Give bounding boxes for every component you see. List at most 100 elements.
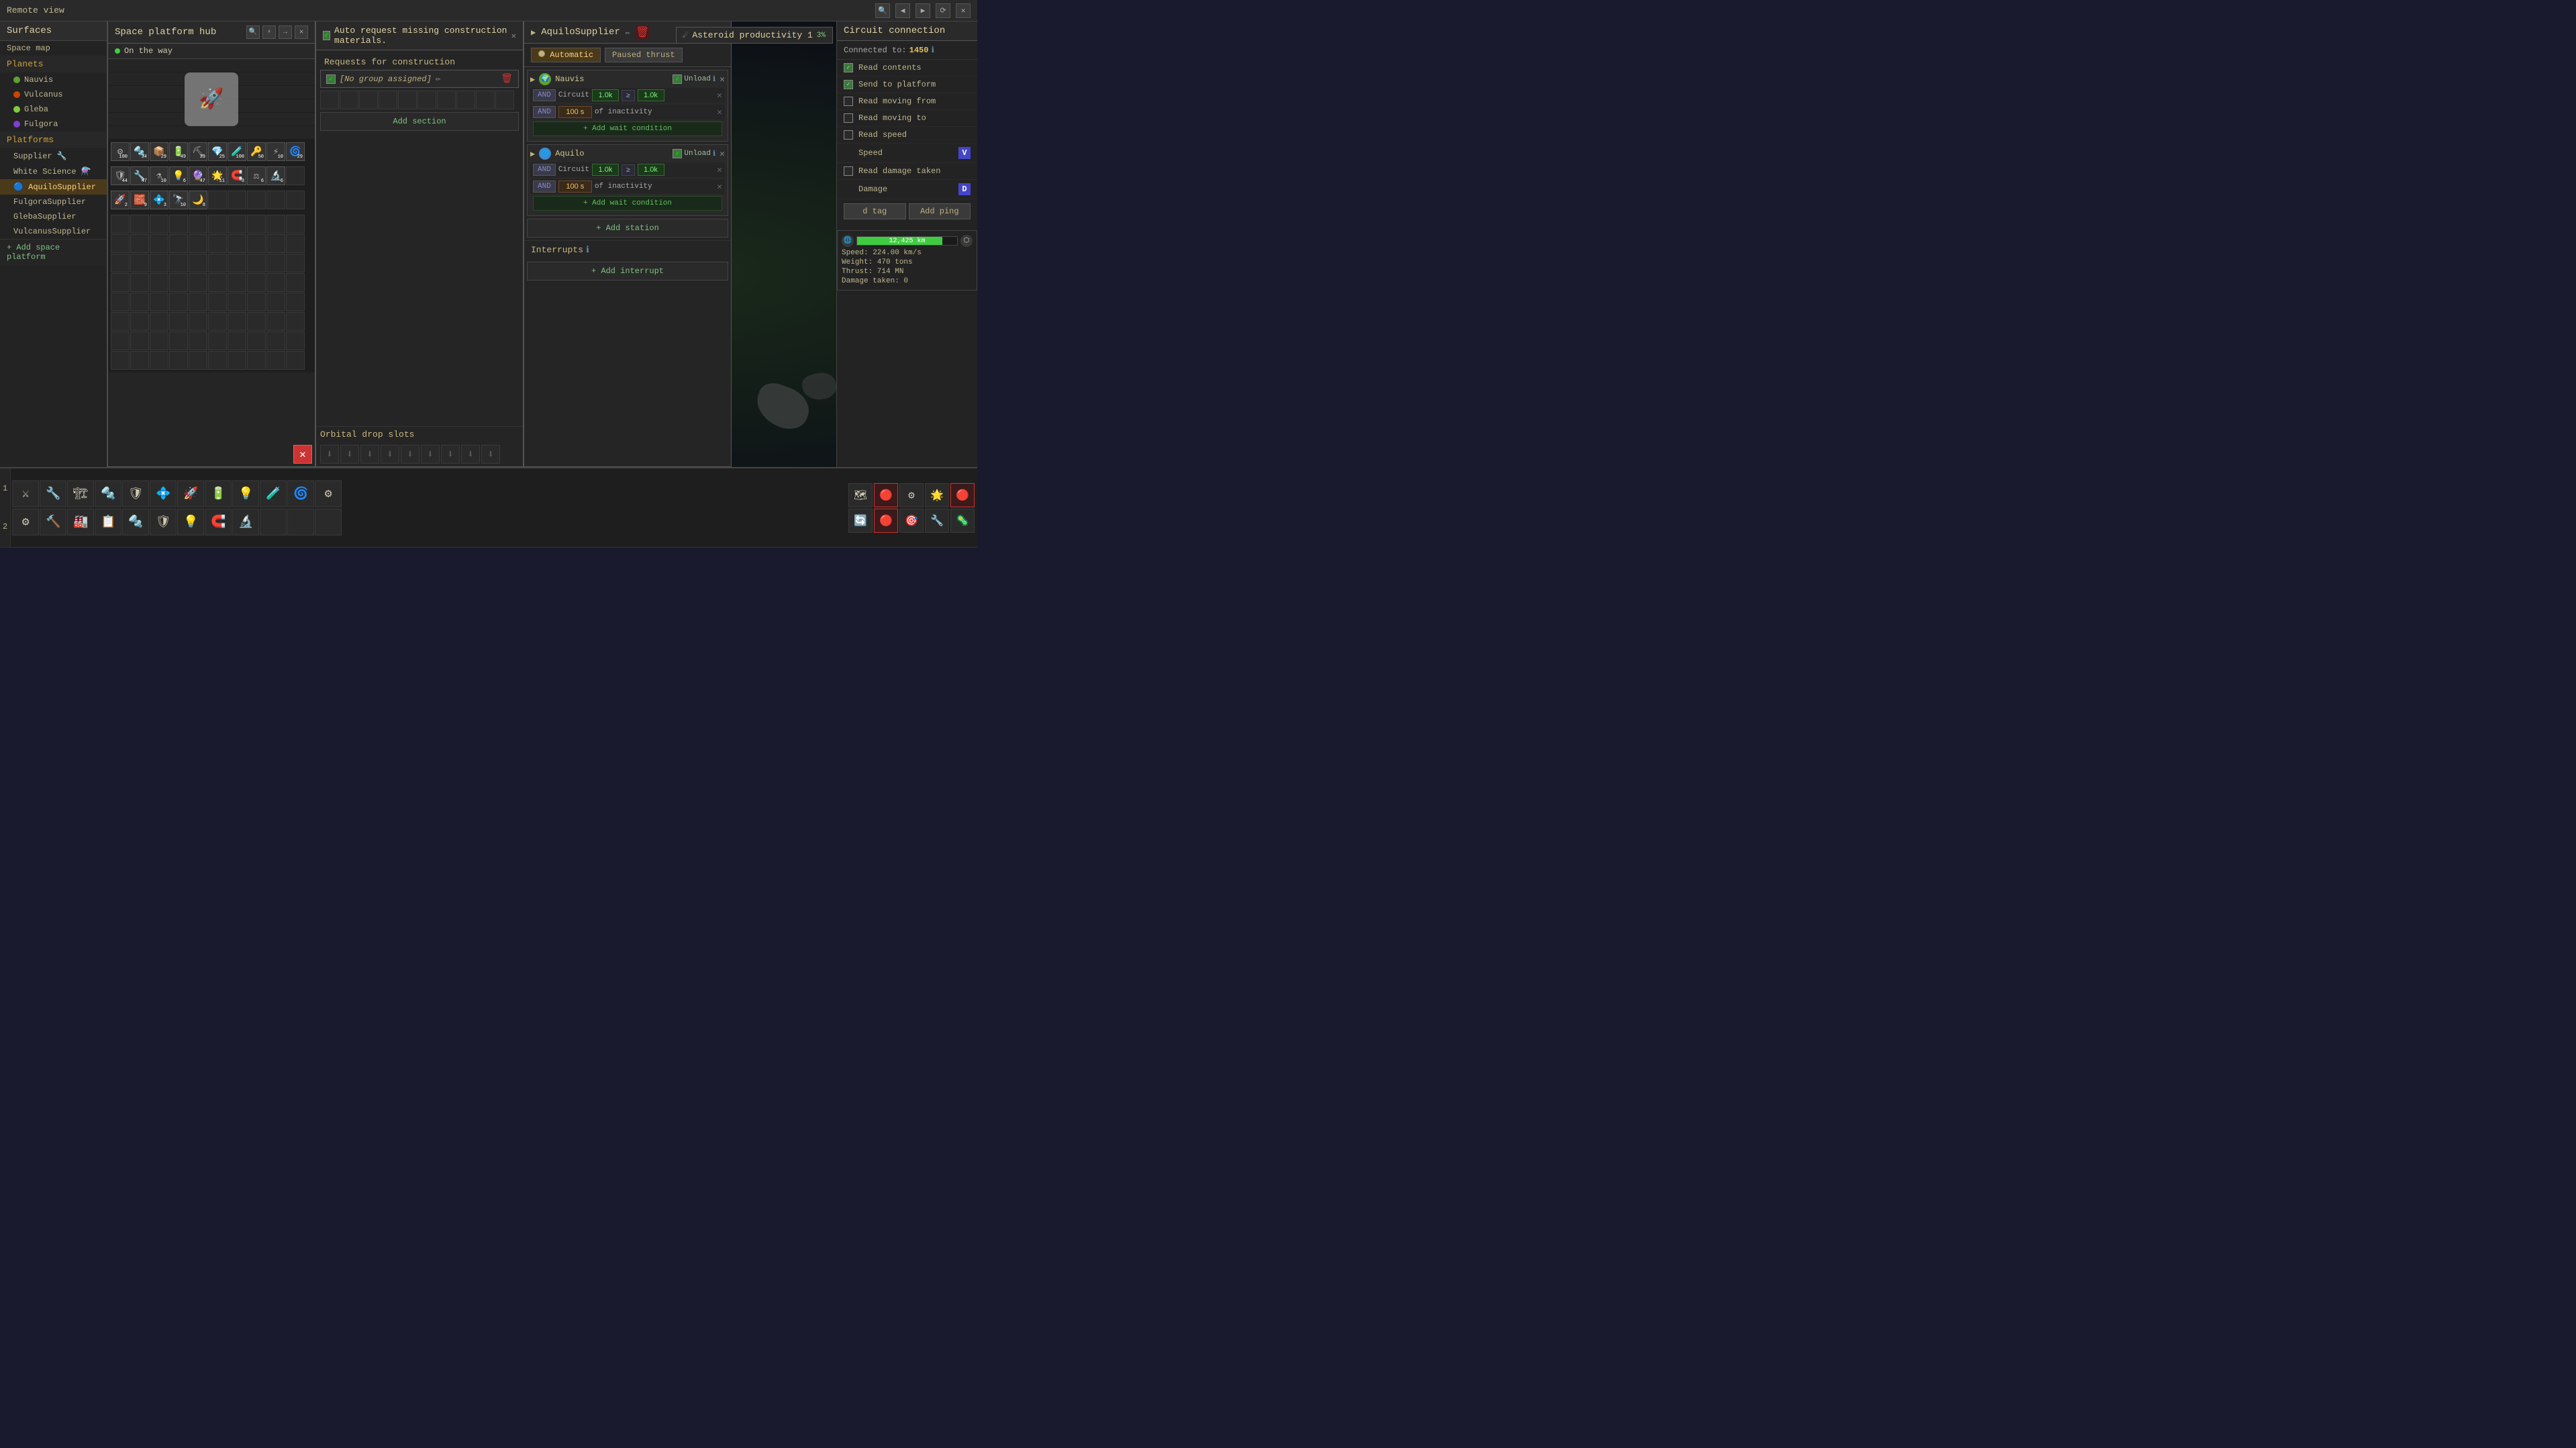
inv-slot[interactable]: 🌀29 [286,142,305,161]
hotbar-slot-2-11[interactable] [287,509,314,535]
hub-search-btn[interactable]: 🔍 [246,25,260,39]
hotbar-slot-1-2[interactable]: 🔧 [40,480,66,507]
right-icon-map[interactable]: 🗺 [848,483,873,507]
orbital-slot-7[interactable]: ⬇ [441,445,460,464]
schedule-play-btn[interactable]: ▶ [531,28,536,38]
hotbar-slot-1-5[interactable]: 🛡 [122,480,149,507]
hub-filter-btn[interactable]: ⚡ [262,25,276,39]
inv-slot[interactable]: ⚖6 [247,166,266,185]
platform-aquilo-supplier[interactable]: 🔵 AquiloSupplier [0,179,107,195]
mode-paused-thrust[interactable]: Paused thrust [605,48,683,62]
inv-slot[interactable]: 🚀2 [111,191,130,209]
refresh-icon[interactable]: ⟳ [936,3,950,18]
space-map-item[interactable]: Space map [0,41,107,56]
nauvis-station-close[interactable]: ✕ [720,74,725,85]
hotbar-slot-1-4[interactable]: 🔩 [95,480,121,507]
group-edit-icon[interactable]: ✏ [436,74,441,84]
condition-close-2[interactable]: ✕ [717,165,722,175]
time-close-2[interactable]: ✕ [717,182,722,192]
hub-close-button[interactable]: ✕ [293,445,312,464]
condition-close-1[interactable]: ✕ [717,91,722,101]
inv-slot[interactable]: 💡6 [169,166,188,185]
read-moving-from-checkbox[interactable] [844,97,853,106]
inv-slot[interactable]: 🌟11 [208,166,227,185]
interrupts-info-icon[interactable]: ℹ [586,245,589,255]
hotbar-slot-1-9[interactable]: 💡 [232,480,259,507]
hotbar-slot-2-2[interactable]: 🔨 [40,509,66,535]
add-wait-btn-1[interactable]: + Add wait condition [533,121,722,136]
hotbar-slot-1-12[interactable]: ⚙ [315,480,342,507]
group-checkbox[interactable]: ✓ [326,74,336,84]
hotbar-slot-1-11[interactable]: 🌀 [287,480,314,507]
time-input-1[interactable] [558,106,592,118]
read-damage-checkbox[interactable] [844,166,853,176]
circuit-speed-signal[interactable]: Speed V [837,144,977,163]
inv-slot[interactable]: 🛡44 [111,166,130,185]
right-icon-refresh[interactable]: 🔄 [848,509,873,533]
right-icon-combat[interactable]: 🔴 [874,483,898,507]
inv-slot[interactable]: 💎25 [208,142,227,161]
time-input-2[interactable] [558,180,592,193]
inv-slot[interactable]: 🔩34 [130,142,149,161]
close-icon[interactable]: ✕ [956,3,971,18]
next-icon[interactable]: ▶ [915,3,930,18]
inv-slot[interactable]: 📦29 [150,142,168,161]
hotbar-slot-2-9[interactable]: 🔬 [232,509,259,535]
send-platform-checkbox[interactable]: ✓ [844,80,853,89]
auto-request-checkbox[interactable]: ✓ [323,31,330,40]
inv-slot-empty[interactable] [208,191,227,209]
circuit-read-speed[interactable]: Read speed [837,127,977,144]
orbital-slot-5[interactable]: ⬇ [401,445,419,464]
hotbar-slot-1-7[interactable]: 🚀 [177,480,204,507]
add-station-button[interactable]: + Add station [527,219,728,238]
construction-close[interactable]: ✕ [511,31,516,41]
right-icon-bio[interactable]: 🦠 [950,509,975,533]
aquilo-unload-info[interactable]: ℹ [713,149,715,158]
read-moving-to-checkbox[interactable] [844,113,853,123]
hub-close-btn[interactable]: ✕ [295,25,308,39]
operator-btn-2[interactable]: ≥ [622,164,635,176]
inv-slot-empty[interactable] [247,191,266,209]
hotbar-slot-2-10[interactable] [260,509,287,535]
inv-slot[interactable]: ⚗10 [150,166,168,185]
hotbar-slot-1-6[interactable]: 💠 [150,480,177,507]
read-contents-checkbox[interactable]: ✓ [844,63,853,72]
read-speed-checkbox[interactable] [844,130,853,140]
platform-gleba-supplier[interactable]: GlebaSupplier [0,209,107,224]
hub-arrow-btn[interactable]: → [279,25,292,39]
mode-automatic[interactable]: Automatic [531,48,601,62]
hotbar-slot-1-10[interactable]: 🧪 [260,480,287,507]
hotbar-slot-2-3[interactable]: 🏭 [67,509,94,535]
orbital-slot-4[interactable]: ⬇ [381,445,399,464]
orbital-slot-1[interactable]: ⬇ [320,445,339,464]
inv-slot[interactable]: 🧪100 [228,142,246,161]
inv-slot[interactable]: ⚡10 [266,142,285,161]
hotbar-slot-2-6[interactable]: 🛡 [150,509,177,535]
circuit-send-platform[interactable]: ✓ Send to platform [837,76,977,93]
inv-slot[interactable]: 🔑50 [247,142,266,161]
orbital-slot-8[interactable]: ⬇ [461,445,480,464]
inv-slot-empty[interactable] [286,191,305,209]
aquilo-station-close[interactable]: ✕ [720,149,725,159]
inv-slot[interactable]: 🔭10 [169,191,188,209]
orbital-slot-3[interactable]: ⬇ [360,445,379,464]
speed-signal-box[interactable]: V [958,147,971,159]
hotbar-slot-2-5[interactable]: 🔩 [122,509,149,535]
platform-fulgora-supplier[interactable]: FulgoraSupplier [0,195,107,209]
damage-signal-box[interactable]: D [958,183,971,195]
platform-supplier[interactable]: Supplier 🔧 [0,148,107,164]
platform-vulcanus-supplier[interactable]: VulcanusSupplier [0,224,107,239]
right-icon-star[interactable]: 🌟 [925,483,949,507]
nav-fulgora[interactable]: Fulgora [0,117,107,132]
aquilo-unload-checkbox[interactable]: ✓ [673,149,682,158]
operator-btn-1[interactable]: ≥ [622,90,635,101]
circuit-read-damage[interactable]: Read damage taken [837,163,977,180]
search-icon[interactable]: 🔍 [875,3,890,18]
hotbar-slot-1-1[interactable]: ⚔ [12,480,39,507]
circuit-damage-signal[interactable]: Damage D [837,180,977,199]
circuit-read-moving-to[interactable]: Read moving to [837,110,977,127]
station-play-btn[interactable]: ▶ [530,74,535,85]
right-icon-wrench[interactable]: 🔧 [925,509,949,533]
circuit-val1-2[interactable] [592,164,619,176]
orbital-slot-2[interactable]: ⬇ [340,445,359,464]
